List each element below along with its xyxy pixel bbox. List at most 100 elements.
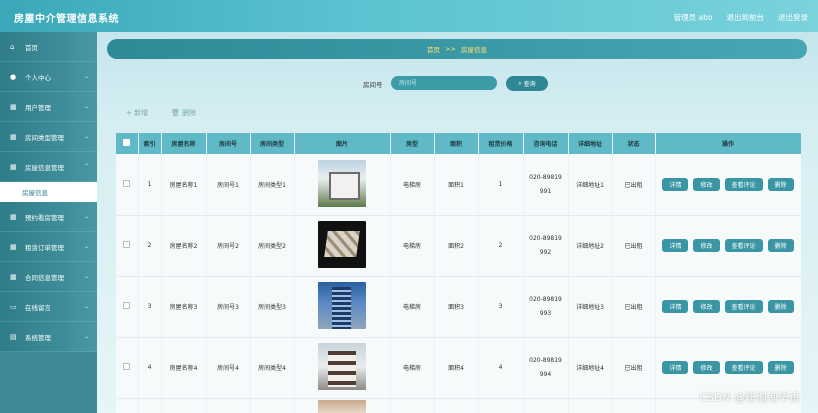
sidebar-item-system[interactable]: ▤ 系统管理 ⌄ — [0, 322, 97, 352]
grid-icon: ▦ — [10, 272, 17, 281]
row-checkbox[interactable] — [123, 363, 131, 370]
sidebar-item-contracts[interactable]: ▦ 合同信息管理 ⌄ — [0, 262, 97, 292]
add-button[interactable]: + 新增 — [126, 108, 148, 118]
monitor-icon: ▭ — [10, 302, 17, 311]
cell-room-type: 房间类型1 — [250, 154, 295, 216]
cell-house-name: 房屋名称3 — [161, 276, 207, 338]
cell-address: 详细地址2 — [568, 215, 613, 277]
search-icon: ⌕ — [518, 79, 522, 87]
view-reviews-button[interactable]: 查看评论 — [724, 239, 763, 252]
cell-index: 1 — [138, 154, 162, 216]
house-photo[interactable] — [318, 400, 366, 413]
column-header: 状态 — [612, 133, 656, 154]
sidebar-item-profile[interactable]: ● 个人中心 ⌄ — [0, 62, 97, 92]
sidebar-item-label: 预约看房管理 — [25, 213, 64, 222]
column-header: 操作 — [655, 133, 801, 154]
detail-button[interactable]: 详情 — [662, 239, 689, 252]
view-reviews-button[interactable]: 查看评论 — [724, 177, 763, 191]
sidebar-item-house-info[interactable]: ▦ 房屋信息管理 ⌃ — [0, 152, 97, 182]
edit-button[interactable]: 修改 — [693, 239, 720, 252]
row-checkbox[interactable] — [123, 302, 131, 309]
edit-button[interactable]: 修改 — [693, 300, 720, 313]
phone-part: 020-89819 — [529, 173, 562, 181]
phone-part: 020-89819 — [529, 235, 562, 242]
delete-row-button[interactable]: 删除 — [767, 361, 794, 374]
cell-layout: 电梯房 — [390, 276, 435, 338]
cell-room-type: 房间类型4 — [250, 337, 295, 399]
delete-row-button[interactable]: 删除 — [767, 177, 794, 191]
grid-icon: ▦ — [10, 132, 17, 141]
cell-phone: 020-89819 991 — [523, 154, 569, 216]
cell-area: 面积2 — [434, 215, 479, 277]
cell-room-number: 房间号3 — [206, 276, 251, 338]
cell-address: 详细地址4 — [568, 337, 613, 399]
column-header: 面积 — [434, 133, 479, 154]
app-title: 房屋中介管理信息系统 — [14, 14, 119, 25]
house-photo[interactable] — [318, 159, 366, 207]
back-to-front-link[interactable]: 退出到前台 — [727, 12, 765, 23]
breadcrumb-home[interactable]: 首页 — [427, 44, 440, 54]
sidebar-subitem-house-info[interactable]: 房屋信息 — [0, 182, 97, 202]
sidebar-item-rental-orders[interactable]: ▦ 租赁订单管理 ⌄ — [0, 232, 97, 262]
column-header: 房型 — [390, 133, 435, 154]
detail-button[interactable]: 详情 — [662, 361, 689, 374]
sidebar-item-label: 在线留言 — [25, 303, 51, 312]
delete-row-button[interactable]: 删除 — [767, 300, 794, 313]
delete-button-label: 删除 — [182, 109, 197, 117]
cell-index: 2 — [138, 215, 162, 277]
logout-link[interactable]: 退出登录 — [778, 12, 808, 23]
cell-house-name: 房屋名称4 — [161, 337, 207, 399]
cell-layout: 电梯房 — [390, 215, 435, 277]
select-all-cell — [116, 133, 139, 154]
sidebar-item-label: 房间类型管理 — [25, 133, 64, 142]
house-photo[interactable] — [318, 282, 366, 329]
admin-label[interactable]: 管理员 abo — [674, 12, 713, 23]
sidebar-item-label: 系统管理 — [25, 333, 51, 342]
cell-room-number: 房间号1 — [206, 154, 251, 216]
sidebar-item-room-types[interactable]: ▦ 房间类型管理 ⌄ — [0, 122, 97, 152]
top-bar: 房屋中介管理信息系统 管理员 abo 退出到前台 退出登录 — [0, 0, 818, 32]
row-actions: 详情 修改 查看评论 删除 — [656, 239, 801, 252]
cell-layout: 电梯房 — [390, 154, 435, 216]
select-all-checkbox[interactable] — [123, 139, 131, 146]
search-button-label: 查询 — [523, 81, 536, 88]
edit-button[interactable]: 修改 — [693, 361, 720, 374]
cell-layout: 电梯房 — [390, 337, 435, 399]
cell-room-number: 房间号2 — [206, 215, 251, 277]
cell-price: 4 — [478, 337, 524, 399]
search-button[interactable]: ⌕ 查询 — [506, 76, 548, 91]
cell-index: 4 — [138, 337, 162, 399]
row-actions: 详情 修改 查看评论 删除 — [656, 177, 801, 191]
cell-price: 2 — [478, 215, 524, 277]
search-label: 房间号 — [363, 81, 383, 89]
sidebar-item-home[interactable]: ⌂ 首页 — [0, 32, 97, 62]
search-input[interactable] — [391, 76, 497, 90]
edit-button[interactable]: 修改 — [693, 177, 720, 191]
grid-icon: ▦ — [10, 242, 17, 251]
sidebar: ⌂ 首页 ● 个人中心 ⌄ ▦ 用户管理 ⌄ ▦ 房间类型管理 ⌄ ▦ 房屋信息… — [0, 32, 97, 413]
chevron-down-icon: ⌄ — [83, 103, 89, 110]
sidebar-item-users[interactable]: ▦ 用户管理 ⌄ — [0, 92, 97, 122]
sidebar-item-messages[interactable]: ▭ 在线留言 ⌄ — [0, 292, 97, 322]
row-checkbox[interactable] — [123, 241, 131, 248]
sidebar-item-viewing-appointments[interactable]: ▦ 预约看房管理 ⌄ — [0, 202, 97, 232]
view-reviews-button[interactable]: 查看评论 — [724, 300, 763, 313]
detail-button[interactable]: 详情 — [662, 300, 689, 313]
cell-house-name: 房屋名称2 — [161, 215, 207, 277]
breadcrumb: 首页 >> 房屋信息 — [107, 39, 807, 59]
phone-part: 020-89819 — [529, 296, 562, 303]
house-photo[interactable] — [318, 343, 366, 390]
column-header: 租赁价格 — [478, 133, 524, 154]
delete-button[interactable]: 🗑 删除 — [171, 108, 196, 118]
cell-address: 详细地址1 — [568, 154, 613, 216]
column-header: 房屋名称 — [161, 133, 207, 154]
detail-button[interactable]: 详情 — [662, 177, 689, 191]
delete-row-button[interactable]: 删除 — [767, 239, 794, 252]
row-checkbox[interactable] — [123, 179, 131, 187]
cell-phone: 020-89819 992 — [523, 215, 569, 277]
table-header-row: 索引 房屋名称 房间号 房间类型 图片 房型 面积 租赁价格 咨询电话 详细地址… — [116, 133, 801, 154]
cell-house-name: 房屋名称1 — [161, 154, 207, 216]
phone-part: 992 — [539, 249, 552, 256]
view-reviews-button[interactable]: 查看评论 — [724, 361, 763, 374]
house-photo[interactable] — [318, 221, 366, 268]
